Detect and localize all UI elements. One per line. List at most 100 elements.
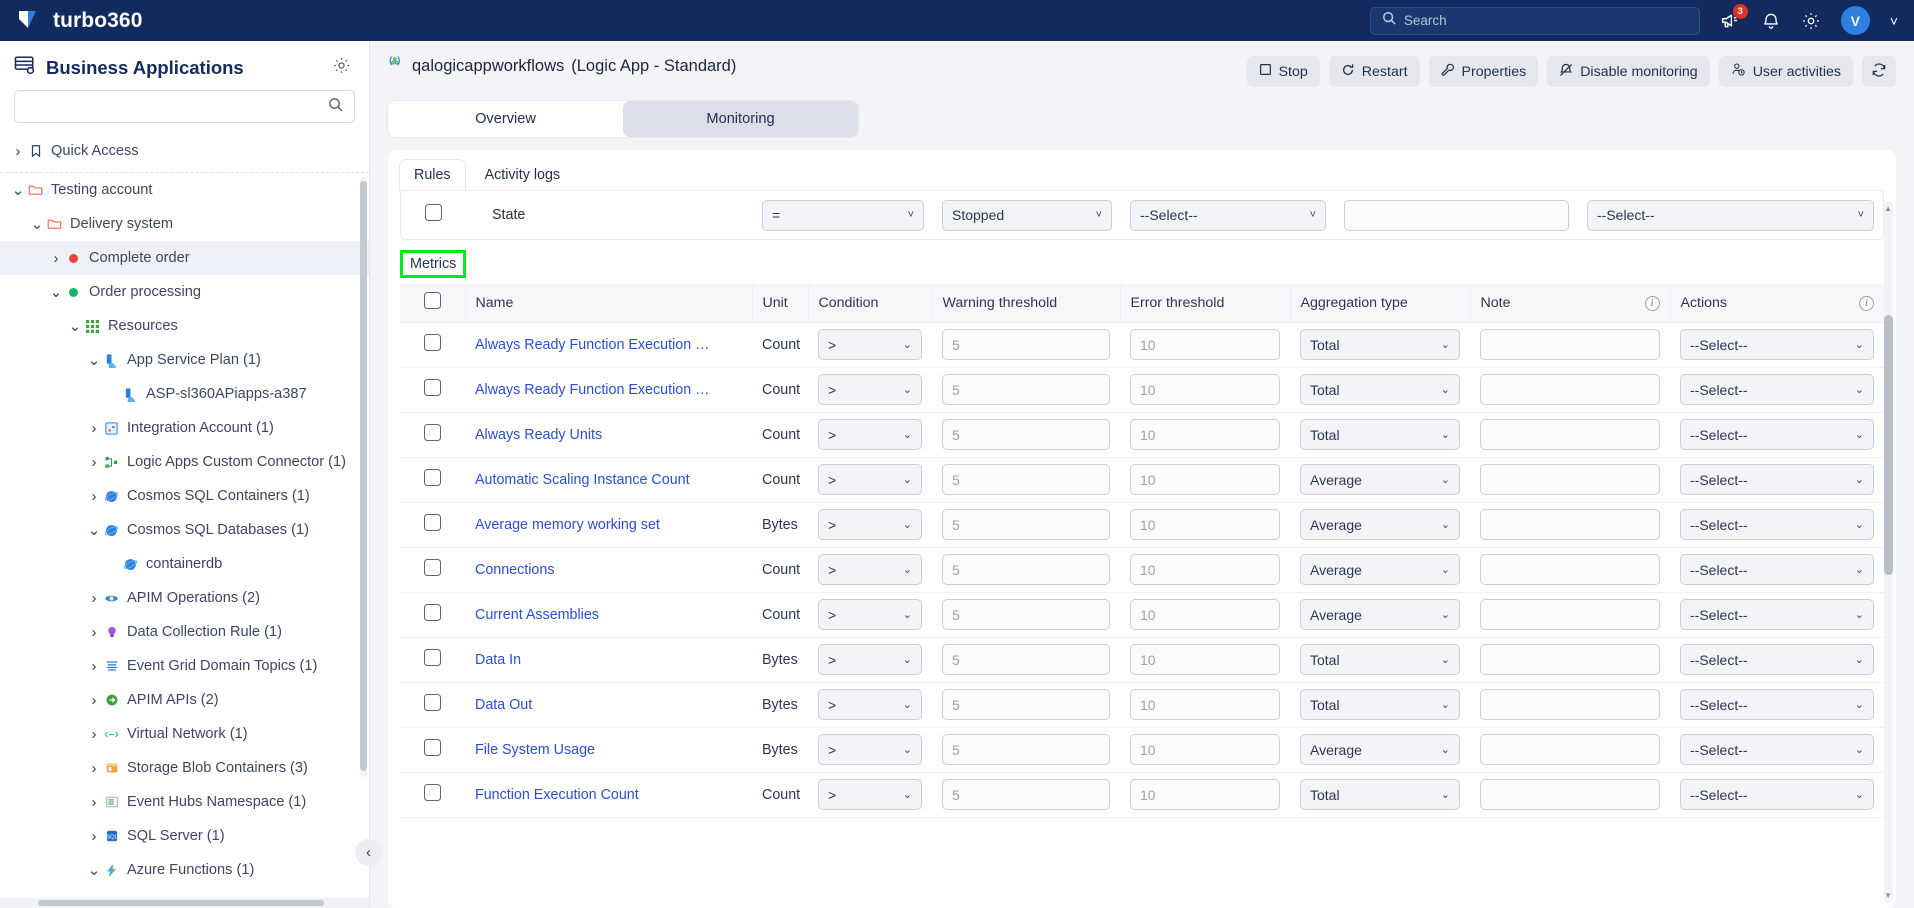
state-filter-checkbox[interactable] (425, 204, 442, 221)
note-input[interactable] (1480, 644, 1660, 675)
action-select[interactable]: --Select-- ⌄ (1680, 464, 1874, 495)
col-note[interactable]: Note i (1470, 284, 1671, 323)
action-select[interactable]: --Select-- ⌄ (1680, 554, 1874, 585)
subtab-activity-logs[interactable]: Activity logs (471, 160, 574, 190)
note-input[interactable] (1480, 329, 1660, 360)
chevron-right-icon[interactable]: › (86, 828, 102, 845)
stop-button[interactable]: Stop (1246, 56, 1320, 87)
row-checkbox[interactable] (424, 784, 441, 801)
error-threshold-input[interactable]: 10 (1130, 554, 1280, 585)
table-scrollbar-thumb[interactable] (1884, 315, 1893, 575)
warning-threshold-input[interactable]: 5 (942, 464, 1110, 495)
note-input[interactable] (1480, 464, 1660, 495)
chevron-down-icon[interactable]: ˅ (1890, 13, 1898, 29)
condition-select[interactable]: > ⌄ (818, 464, 922, 495)
action-select[interactable]: --Select-- ⌄ (1680, 374, 1874, 405)
bell-icon[interactable] (1761, 11, 1781, 31)
tab-overview[interactable]: Overview (388, 101, 623, 137)
metric-name-link[interactable]: Current Assemblies (475, 607, 742, 623)
aggregation-type-select[interactable]: Average ⌄ (1300, 599, 1460, 630)
metric-name-link[interactable]: Average memory working set (475, 517, 742, 533)
chevron-right-icon[interactable]: › (48, 250, 64, 267)
aggregation-type-select[interactable]: Total ⌄ (1300, 644, 1460, 675)
condition-select[interactable]: > ⌄ (818, 419, 922, 450)
metric-name-link[interactable]: Connections (475, 562, 742, 578)
action-select[interactable]: --Select-- ⌄ (1680, 689, 1874, 720)
row-checkbox[interactable] (424, 604, 441, 621)
metric-name-link[interactable]: Always Ready Function Execution … (475, 337, 742, 353)
chevron-right-icon[interactable]: › (86, 454, 102, 471)
scroll-up-arrow-icon[interactable]: ▲ (1884, 204, 1892, 213)
row-checkbox[interactable] (424, 379, 441, 396)
info-icon[interactable]: i (1859, 295, 1874, 311)
col-error-threshold[interactable]: Error threshold (1120, 284, 1291, 323)
action-select[interactable]: --Select-- ⌄ (1680, 734, 1874, 765)
warning-threshold-input[interactable]: 5 (942, 374, 1110, 405)
col-unit[interactable]: Unit (752, 284, 809, 323)
action-select[interactable]: --Select-- ⌄ (1680, 644, 1874, 675)
avatar[interactable]: V (1840, 6, 1870, 35)
row-checkbox[interactable] (424, 424, 441, 441)
brand[interactable]: turbo360 (16, 8, 143, 34)
aggregation-type-select[interactable]: Total ⌄ (1300, 374, 1460, 405)
restart-button[interactable]: Restart (1328, 56, 1420, 87)
chevron-right-icon[interactable]: › (86, 590, 102, 607)
properties-button[interactable]: Properties (1428, 56, 1539, 87)
state-filter-aggregation-select[interactable]: --Select-- ˅ (1130, 199, 1326, 231)
chevron-down-icon[interactable]: ⌄ (86, 861, 102, 879)
action-select[interactable]: --Select-- ⌄ (1680, 419, 1874, 450)
sidebar-item-virtual-network-1[interactable]: › Virtual Network (1) (0, 717, 369, 751)
warning-threshold-input[interactable]: 5 (942, 329, 1110, 360)
col-actions[interactable]: Actions i (1670, 284, 1884, 323)
condition-select[interactable]: > ⌄ (818, 509, 922, 540)
chevron-down-icon[interactable]: ⌄ (67, 317, 83, 335)
sidebar-item-integration-account-1[interactable]: › Integration Account (1) (0, 411, 369, 445)
sidebar-item-delivery-system[interactable]: ⌄ Delivery system (0, 207, 369, 241)
chevron-down-icon[interactable]: ⌄ (29, 215, 45, 233)
sidebar-item-quick-access[interactable]: › Quick Access (0, 134, 369, 168)
chevron-down-icon[interactable]: ⌄ (48, 283, 64, 301)
sidebar-item-event-hubs-namespace-1[interactable]: › Event Hubs Namespace (1) (0, 785, 369, 819)
sidebar-item-app-service-plan-1[interactable]: ⌄ App Service Plan (1) (0, 343, 369, 377)
sidebar-item-asp-sl360apiapps-a387[interactable]: ASP-sl360APiapps-a387 (0, 377, 369, 411)
condition-select[interactable]: > ⌄ (818, 644, 922, 675)
sidebar-item-order-processing[interactable]: ⌄ Order processing (0, 275, 369, 309)
aggregation-type-select[interactable]: Total ⌄ (1300, 419, 1460, 450)
error-threshold-input[interactable]: 10 (1130, 734, 1280, 765)
col-name[interactable]: Name (465, 284, 753, 323)
error-threshold-input[interactable]: 10 (1130, 779, 1280, 810)
sidebar-item-azure-functions-1[interactable]: ⌄ Azure Functions (1) (0, 853, 369, 887)
sidebar-item-testing-account[interactable]: ⌄ Testing account (0, 173, 369, 207)
condition-select[interactable]: > ⌄ (818, 734, 922, 765)
refresh-button[interactable] (1862, 56, 1896, 87)
state-filter-note-input[interactable] (1344, 199, 1569, 231)
action-select[interactable]: --Select-- ⌄ (1680, 509, 1874, 540)
chevron-right-icon[interactable]: › (86, 488, 102, 505)
chevron-right-icon[interactable]: › (86, 760, 102, 777)
warning-threshold-input[interactable]: 5 (942, 779, 1110, 810)
sidebar-item-sql-server-1[interactable]: › SQL SQL Server (1) (0, 819, 369, 853)
metric-name-link[interactable]: Always Ready Units (475, 427, 742, 443)
error-threshold-input[interactable]: 10 (1130, 329, 1280, 360)
error-threshold-input[interactable]: 10 (1130, 689, 1280, 720)
warning-threshold-input[interactable]: 5 (942, 509, 1110, 540)
global-search-input[interactable]: Search (1369, 6, 1700, 35)
disable-monitoring-button[interactable]: Disable monitoring (1547, 56, 1710, 87)
chevron-right-icon[interactable]: › (86, 692, 102, 709)
chevron-right-icon[interactable]: › (86, 794, 102, 811)
metric-name-link[interactable]: Automatic Scaling Instance Count (475, 472, 742, 488)
aggregation-type-select[interactable]: Total ⌄ (1300, 779, 1460, 810)
metric-name-link[interactable]: Function Execution Count (475, 787, 742, 803)
error-threshold-input[interactable]: 10 (1130, 599, 1280, 630)
col-warning-threshold[interactable]: Warning threshold (932, 284, 1121, 323)
sidebar-scrollbar-thumb[interactable] (360, 181, 367, 771)
warning-threshold-input[interactable]: 5 (942, 554, 1110, 585)
row-checkbox[interactable] (424, 559, 441, 576)
warning-threshold-input[interactable]: 5 (942, 734, 1110, 765)
sidebar-item-complete-order[interactable]: › Complete order (0, 241, 369, 275)
metric-name-link[interactable]: Data Out (475, 697, 742, 713)
megaphone-icon[interactable]: 3 (1720, 4, 1748, 31)
sidebar-item-logic-apps-custom-connector-1[interactable]: › Logic Apps Custom Connector (1) (0, 445, 369, 479)
chevron-right-icon[interactable]: › (10, 143, 26, 160)
chevron-right-icon[interactable]: › (86, 624, 102, 641)
